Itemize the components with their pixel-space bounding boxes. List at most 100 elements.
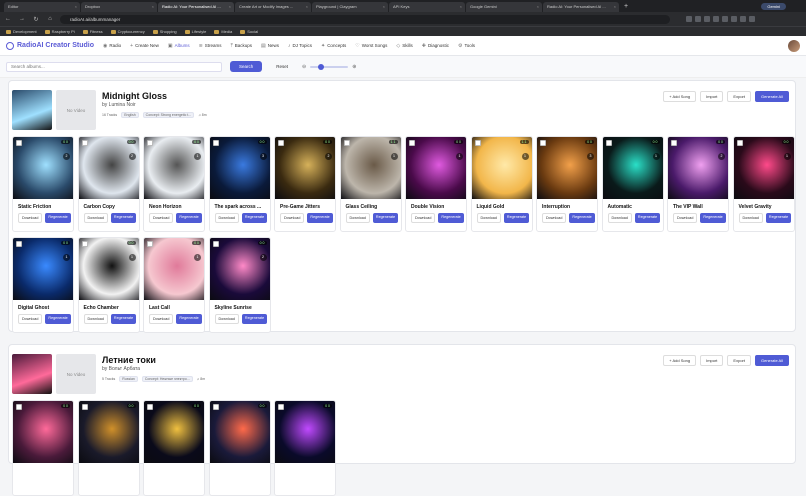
extension-icon[interactable] xyxy=(722,16,728,22)
back-icon[interactable]: ← xyxy=(4,16,12,22)
download-button[interactable]: Download xyxy=(149,314,174,324)
nav-item-radio[interactable]: ◉ Radio xyxy=(103,43,121,49)
close-icon[interactable]: × xyxy=(537,2,539,12)
song-artwork[interactable]: 0 0 1 xyxy=(13,238,73,300)
download-button[interactable]: Download xyxy=(542,213,567,223)
search-input[interactable] xyxy=(6,61,222,72)
bookmark-folder[interactable]: Media xyxy=(214,29,232,34)
select-checkbox[interactable] xyxy=(474,140,481,146)
regenerate-button[interactable]: Regenerate xyxy=(45,314,71,324)
song-artwork[interactable]: 0 0 xyxy=(13,401,73,463)
browser-tab[interactable]: Radio AI: Your Personalised AI ... × xyxy=(543,2,619,12)
select-checkbox[interactable] xyxy=(278,404,284,410)
export-button[interactable]: Export xyxy=(727,355,751,366)
browser-tab[interactable]: Create Art or Modify Images ... × xyxy=(235,2,311,12)
nav-item-create-new[interactable]: + Create New xyxy=(130,43,159,49)
regenerate-button[interactable]: Regenerate xyxy=(634,213,661,223)
browser-tab[interactable]: Dropbox × xyxy=(81,2,157,12)
generate-all-button[interactable]: Generate All xyxy=(754,91,789,102)
select-checkbox[interactable] xyxy=(16,140,22,146)
select-checkbox[interactable] xyxy=(540,140,546,146)
download-button[interactable]: Download xyxy=(673,213,698,223)
extension-icon[interactable] xyxy=(740,16,746,22)
song-artwork[interactable]: 0 0 2 xyxy=(668,137,728,199)
song-artwork[interactable]: 0 0 xyxy=(209,401,270,463)
browser-tab[interactable]: Google Gemini × xyxy=(466,2,542,12)
song-artwork[interactable]: 0 0 3 xyxy=(537,137,597,199)
nav-item-worst-songs[interactable]: ♡ Worst Songs xyxy=(355,43,387,49)
download-button[interactable]: Download xyxy=(607,213,632,223)
bookmark-folder[interactable]: Raspberry Pi xyxy=(44,29,75,34)
bookmark-folder[interactable]: Development xyxy=(6,29,37,34)
song-artwork[interactable]: 0 0 1 xyxy=(733,137,794,199)
regenerate-button[interactable]: Regenerate xyxy=(110,213,137,223)
song-artwork[interactable]: 0 0 2 xyxy=(78,137,139,199)
regenerate-button[interactable]: Regenerate xyxy=(241,314,268,324)
select-checkbox[interactable] xyxy=(212,404,219,410)
album-cover[interactable] xyxy=(12,354,52,394)
download-button[interactable]: Download xyxy=(411,213,436,223)
select-checkbox[interactable] xyxy=(605,140,612,146)
import-button[interactable]: Import xyxy=(700,355,724,366)
select-checkbox[interactable] xyxy=(147,241,153,247)
select-checkbox[interactable] xyxy=(671,140,677,146)
song-artwork[interactable]: 0 0 xyxy=(275,401,335,463)
generate-all-button[interactable]: Generate All xyxy=(754,355,789,366)
zoom-slider[interactable] xyxy=(310,63,349,70)
bookmark-folder[interactable]: Fitness xyxy=(82,29,103,34)
download-button[interactable]: Download xyxy=(83,213,108,223)
download-button[interactable]: Download xyxy=(214,314,239,324)
extension-icon[interactable] xyxy=(731,16,737,22)
regenerate-button[interactable]: Regenerate xyxy=(307,213,333,223)
add-song-button[interactable]: + Add Song xyxy=(663,91,697,102)
select-checkbox[interactable] xyxy=(147,140,153,146)
forward-icon[interactable]: → xyxy=(18,16,26,22)
song-artwork[interactable]: 1 1 1 xyxy=(471,137,532,199)
zoom-in-icon[interactable]: ⊕ xyxy=(352,64,356,70)
extension-icon[interactable] xyxy=(749,16,755,22)
gemini-button[interactable]: Gemini xyxy=(761,2,786,10)
song-artwork[interactable]: 0 0 1 xyxy=(144,238,204,300)
close-icon[interactable]: × xyxy=(306,2,308,12)
select-checkbox[interactable] xyxy=(736,140,743,146)
song-artwork[interactable]: 0 0 2 xyxy=(275,137,335,199)
select-checkbox[interactable] xyxy=(212,241,219,247)
regenerate-button[interactable]: Regenerate xyxy=(700,213,726,223)
nav-item-backups[interactable]: ⤒ Backups xyxy=(231,43,252,49)
browser-tab[interactable]: API Keys × xyxy=(389,2,465,12)
import-button[interactable]: Import xyxy=(700,91,724,102)
song-artwork[interactable]: 0 0 1 xyxy=(406,137,466,199)
nav-item-diagnostic[interactable]: ✚ Diagnostic xyxy=(422,43,449,49)
song-artwork[interactable]: 0 0 3 xyxy=(209,137,270,199)
bookmark-folder[interactable]: Social xyxy=(240,29,258,34)
song-artwork[interactable]: 0 0 2 xyxy=(209,238,270,300)
extension-icon[interactable] xyxy=(704,16,710,22)
browser-tab[interactable]: Editor × xyxy=(4,2,80,12)
song-artwork[interactable]: 0 0 1 xyxy=(78,238,139,300)
regenerate-button[interactable]: Regenerate xyxy=(176,213,202,223)
bookmark-folder[interactable]: Shopping xyxy=(152,29,177,34)
song-artwork[interactable]: 0 0 xyxy=(78,401,139,463)
select-checkbox[interactable] xyxy=(409,140,415,146)
regenerate-button[interactable]: Regenerate xyxy=(372,213,399,223)
download-button[interactable]: Download xyxy=(214,213,239,223)
extension-icon[interactable] xyxy=(713,16,719,22)
select-checkbox[interactable] xyxy=(147,404,153,410)
extension-icon[interactable] xyxy=(695,16,701,22)
download-button[interactable]: Download xyxy=(280,213,305,223)
nav-item-streams[interactable]: ≋ Streams xyxy=(199,43,222,49)
select-checkbox[interactable] xyxy=(16,241,22,247)
export-button[interactable]: Export xyxy=(727,91,751,102)
close-icon[interactable]: × xyxy=(614,2,616,12)
select-checkbox[interactable] xyxy=(81,404,88,410)
select-checkbox[interactable] xyxy=(278,140,284,146)
regenerate-button[interactable]: Regenerate xyxy=(110,314,137,324)
download-button[interactable]: Download xyxy=(476,213,501,223)
home-icon[interactable]: ⌂ xyxy=(46,16,54,22)
zoom-slider-knob[interactable] xyxy=(318,63,325,70)
regenerate-button[interactable]: Regenerate xyxy=(241,213,268,223)
regenerate-button[interactable]: Regenerate xyxy=(45,213,71,223)
select-checkbox[interactable] xyxy=(212,140,219,146)
song-artwork[interactable]: 0 0 2 xyxy=(13,137,73,199)
song-artwork[interactable]: 0 0 xyxy=(144,401,204,463)
